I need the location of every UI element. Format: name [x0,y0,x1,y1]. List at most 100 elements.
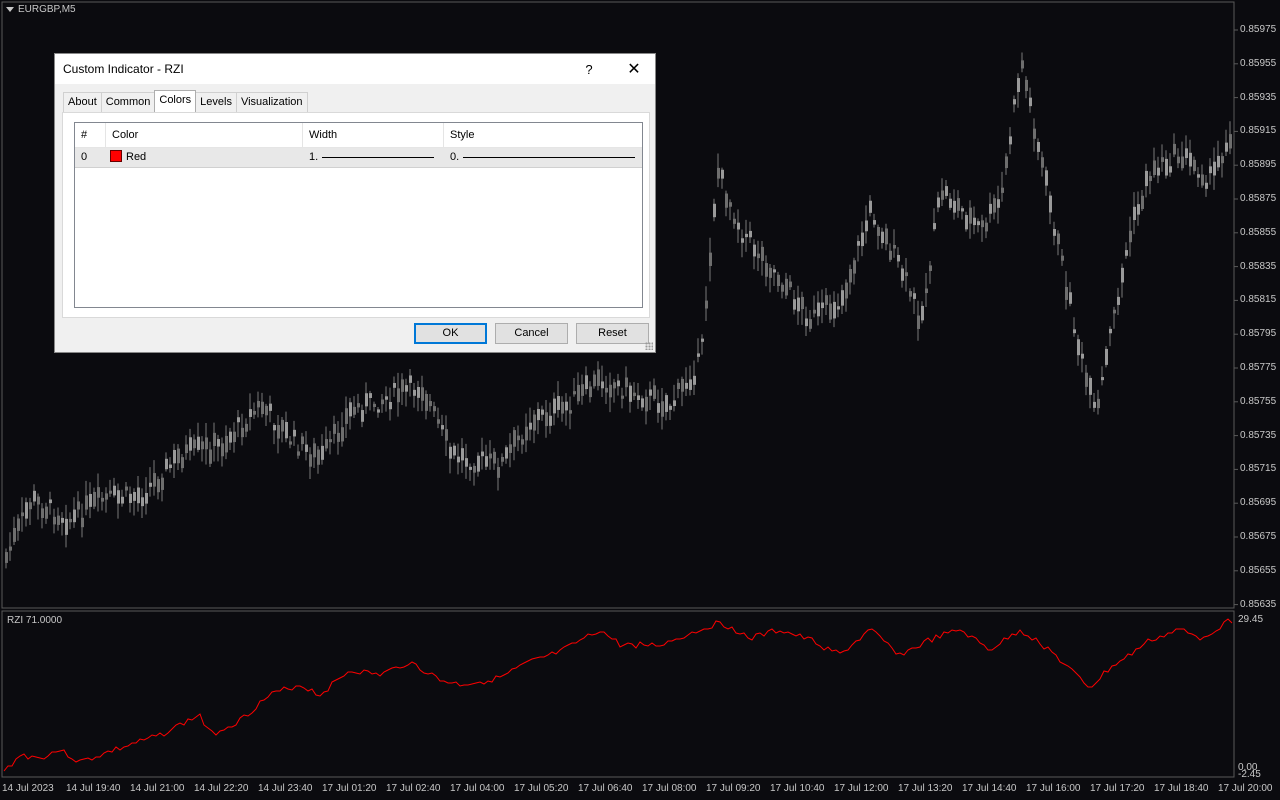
candle-body [1221,156,1224,164]
candle-body [1041,157,1044,168]
tab-common[interactable]: Common [100,92,156,112]
candle-body [1049,195,1052,213]
candle-body [221,443,224,457]
candle-body [833,301,836,319]
candle-body [469,466,472,470]
candle-body [497,467,500,478]
tab-about[interactable]: About [63,92,102,112]
dialog-title-bar[interactable]: Custom Indicator - RZI ? ✕ [55,54,655,84]
candle-body [661,401,664,417]
candle-body [9,546,12,551]
symbol-label[interactable]: EURGBP,M5 [6,4,76,15]
width-cell[interactable]: 1. [303,148,444,167]
reset-button[interactable]: Reset [576,323,649,344]
candle-body [633,392,636,397]
candle-body [1157,167,1160,176]
ok-button[interactable]: OK [414,323,487,344]
candle-body [77,501,80,510]
candle-body [521,439,524,445]
candle-body [429,401,432,407]
candle-body [1173,143,1176,155]
candle-body [101,497,104,502]
column-style[interactable]: Style [444,123,642,147]
candle-body [533,414,536,431]
candle-body [685,382,688,389]
style-cell[interactable]: 0. [444,148,642,167]
color-swatch[interactable] [110,150,122,162]
candle-body [505,447,508,459]
candle-body [97,487,100,498]
candle-body [677,382,680,389]
candle-body [949,198,952,208]
dropdown-icon[interactable] [6,7,14,12]
table-row[interactable]: 0 Red 1. 0. [75,148,642,168]
color-cell[interactable]: Red [106,148,303,167]
candle-body [561,401,564,414]
time-label: 17 Jul 06:40 [578,783,633,794]
candle-body [989,203,992,214]
column-index[interactable]: # [75,123,106,147]
candle-body [1089,377,1092,395]
time-label: 17 Jul 18:40 [1154,783,1209,794]
candle-body [825,295,828,305]
candle-body [29,502,32,510]
candle-body [213,432,216,446]
candle-body [301,436,304,445]
time-label: 14 Jul 21:00 [130,783,185,794]
candle-body [241,427,244,438]
tab-colors[interactable]: Colors [154,90,197,112]
candle-body [293,429,296,437]
candle-body [701,338,704,342]
candle-body [713,203,716,218]
time-label: 17 Jul 16:00 [1026,783,1081,794]
candle-body [961,208,964,212]
candle-body [113,485,116,496]
price-label: 0.85895 [1240,159,1277,171]
candle-body [1013,99,1016,105]
column-width[interactable]: Width [303,123,444,147]
help-button[interactable]: ? [575,56,603,82]
cancel-button[interactable]: Cancel [495,323,568,344]
candle-body [953,200,956,213]
candle-body [873,220,876,225]
candle-body [449,446,452,459]
time-label: 17 Jul 09:20 [706,783,761,794]
candle-body [913,293,916,299]
candle-body [201,441,204,450]
candle-body [709,252,712,266]
candle-body [1093,401,1096,408]
close-icon[interactable]: ✕ [617,56,651,82]
candle-body [1213,161,1216,176]
candle-body [889,250,892,260]
candle-body [993,198,996,213]
candle-body [1149,175,1152,182]
resize-grip-icon[interactable] [645,342,653,350]
candle-body [565,401,568,411]
candle-body [605,387,608,393]
candle-body [1185,148,1188,159]
candle-body [149,482,152,487]
indicator-chart[interactable] [0,610,1280,778]
candle-body [329,439,332,443]
time-label: 17 Jul 02:40 [386,783,441,794]
candle-body [649,389,652,396]
candle-body [837,306,840,310]
candle-body [49,499,52,504]
candle-body [797,297,800,312]
candle-body [81,517,84,528]
candle-body [821,302,824,309]
column-color[interactable]: Color [106,123,303,147]
candle-body [269,403,272,411]
candle-body [61,517,64,523]
price-label: 0.85835 [1240,260,1277,272]
candle-body [653,385,656,399]
candle-body [773,269,776,273]
candle-body [997,199,1000,208]
candle-body [689,379,692,390]
tab-levels[interactable]: Levels [195,92,237,112]
candle-body [1025,79,1028,92]
price-label: 0.85775 [1240,362,1277,373]
candle-body [1133,206,1136,220]
price-label: 0.85815 [1240,294,1277,306]
tab-visualization[interactable]: Visualization [235,92,308,112]
